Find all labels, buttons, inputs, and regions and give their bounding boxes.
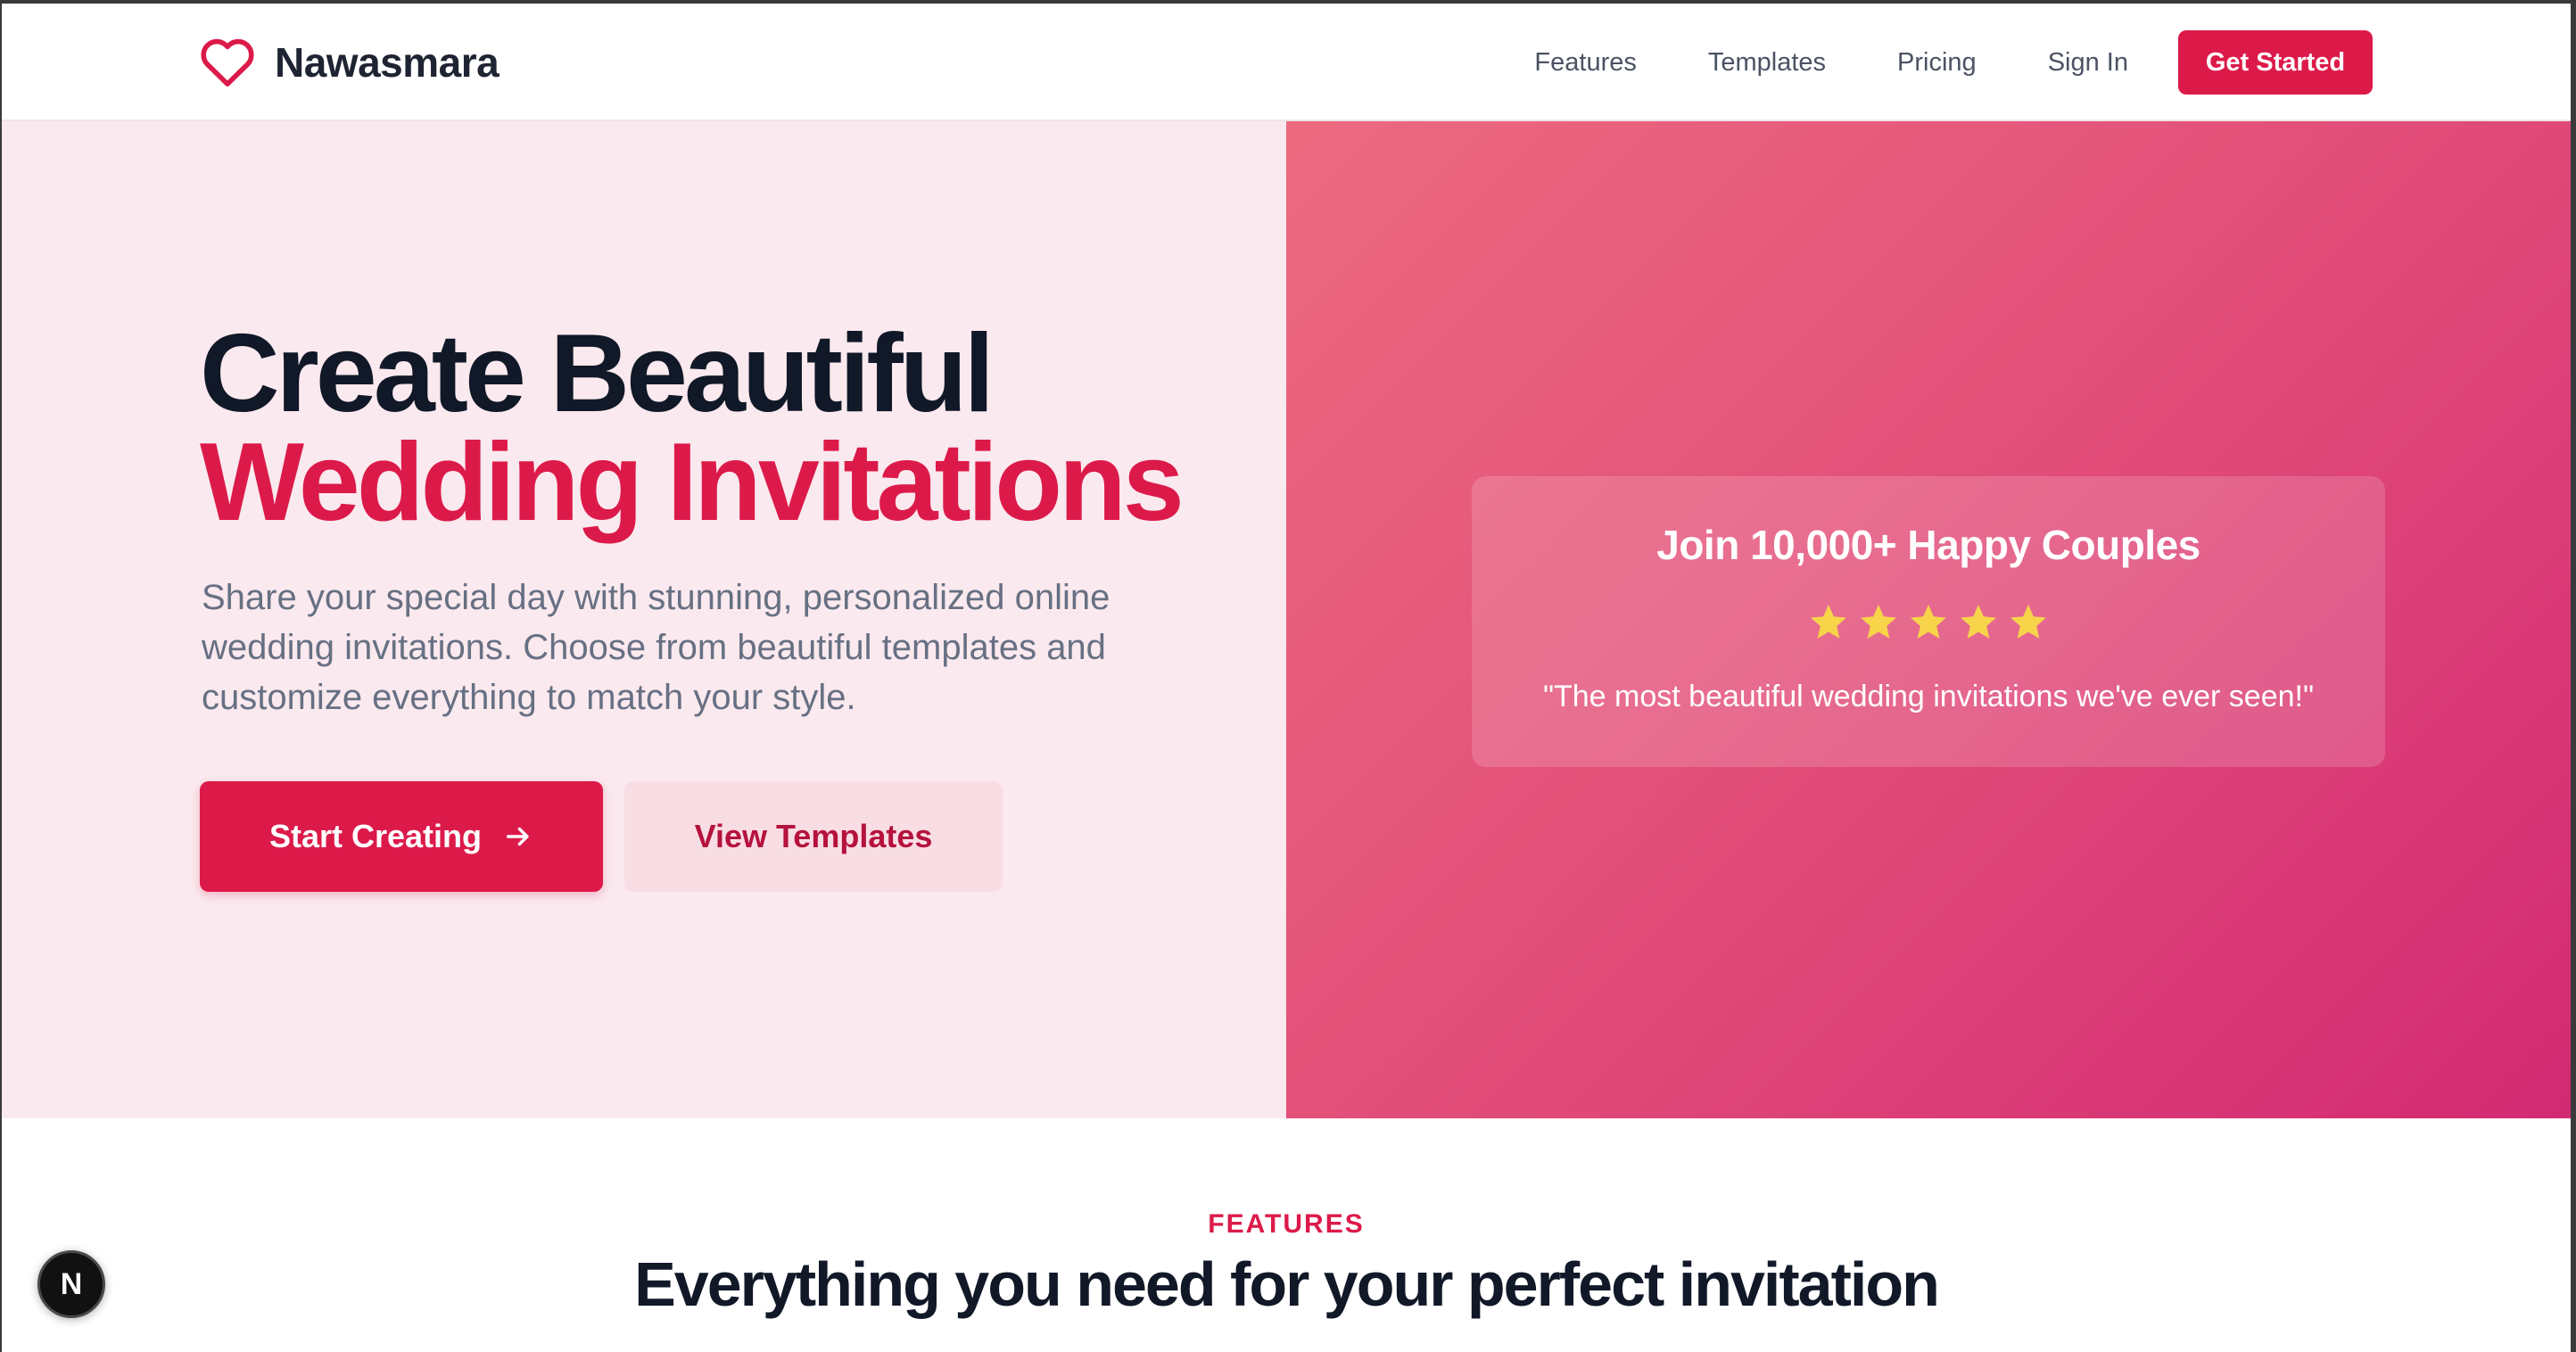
start-creating-label: Start Creating [268, 818, 483, 854]
site-header: Nawasmara Features Templates Pricing Sig… [2, 4, 2571, 121]
star-icon [1861, 605, 1896, 639]
star-icon [1811, 605, 1846, 639]
hero-headline-line2: Wedding Invitations [200, 421, 1185, 544]
testimonial-title: Join 10,000+ Happy Couples [1656, 522, 2200, 568]
nav-features[interactable]: Features [1534, 48, 1636, 78]
hero-headline: Create Beautiful Wedding Invitations [200, 318, 1185, 544]
features-title: Everything you need for your perfect inv… [634, 1249, 1940, 1319]
star-icon [2010, 605, 2046, 639]
star-icon [1911, 605, 1946, 639]
heart-icon [201, 38, 254, 87]
nav-pricing[interactable]: Pricing [1897, 48, 1977, 78]
star-rating [1472, 601, 2385, 644]
hero-visual: Join 10,000+ Happy Couples "The most bea… [1286, 121, 2571, 1118]
dev-tools-badge[interactable]: N [37, 1250, 105, 1318]
hero-content: Create Beautiful Wedding Invitations Sha… [2, 121, 1286, 1118]
view-templates-button[interactable]: View Templates [624, 781, 1003, 892]
testimonial-quote: "The most beautiful wedding invitations … [1542, 680, 2315, 713]
features-section: FEATURES Everything you need for your pe… [2, 1118, 2571, 1352]
logo[interactable]: Nawasmara [200, 34, 500, 91]
main-nav: Features Templates Pricing Sign In Get S… [1534, 4, 2571, 121]
arrow-right-icon [506, 827, 529, 846]
hero-headline-line1: Create Beautiful [200, 312, 995, 435]
browser-viewport: Nawasmara Features Templates Pricing Sig… [2, 4, 2571, 1352]
get-started-button[interactable]: Get Started [2178, 30, 2373, 95]
testimonial-card: Join 10,000+ Happy Couples "The most bea… [1472, 476, 2385, 767]
start-creating-button[interactable]: Start Creating [200, 781, 603, 892]
hero-subtext: Share your special day with stunning, pe… [202, 578, 1110, 717]
features-eyebrow: FEATURES [1208, 1209, 1365, 1239]
nav-templates[interactable]: Templates [1708, 48, 1826, 78]
logo-text: Nawasmara [275, 39, 500, 86]
nav-sign-in[interactable]: Sign In [2048, 48, 2128, 78]
star-icon [1961, 605, 1996, 639]
